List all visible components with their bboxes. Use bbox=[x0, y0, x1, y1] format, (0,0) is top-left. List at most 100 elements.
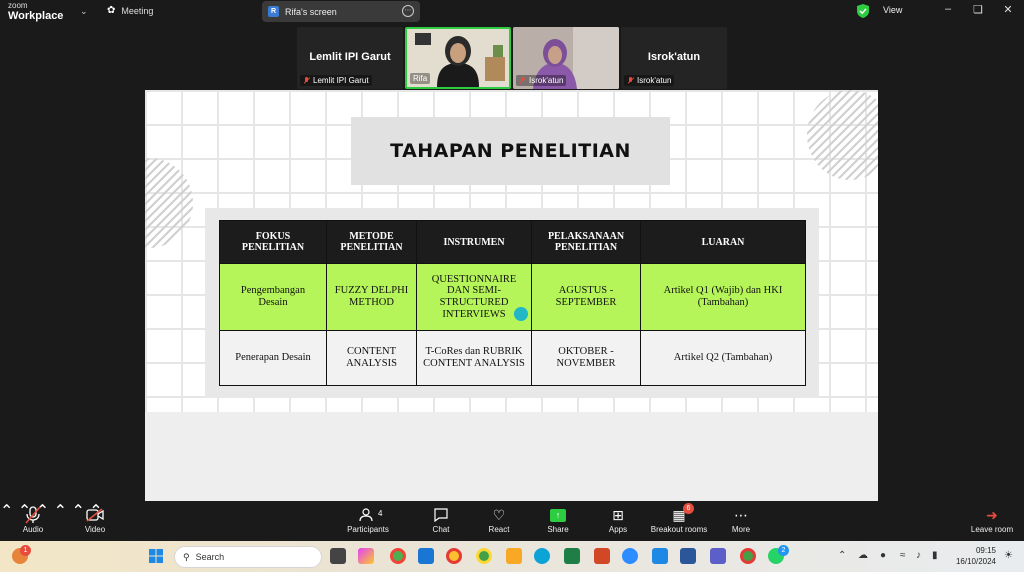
cloud-icon[interactable]: ☁ bbox=[858, 550, 868, 561]
volume-icon[interactable]: ♪ bbox=[916, 550, 921, 561]
restore-icon[interactable]: ❏ bbox=[970, 3, 986, 16]
close-icon[interactable]: ✕ bbox=[1000, 3, 1016, 16]
participant-tile-active[interactable]: Rifa bbox=[405, 27, 511, 89]
chrome-icon[interactable] bbox=[446, 548, 462, 564]
participant-display-name: Lemlit IPI Garut bbox=[309, 51, 391, 63]
breakout-rooms-badge: 6 bbox=[683, 503, 694, 514]
table-cell: Pengembangan Desain bbox=[219, 263, 327, 331]
react-label: React bbox=[488, 525, 510, 534]
participant-tile[interactable]: Lemlit IPI Garut Lemlit IPI Garut bbox=[297, 27, 403, 89]
zoom-logo[interactable]: zoom Workplace bbox=[8, 2, 63, 22]
research-stages-table: FOKUS PENELITIAN METODE PENELITIAN INSTR… bbox=[219, 220, 806, 386]
view-button[interactable]: View bbox=[883, 5, 902, 15]
participant-tile[interactable]: Isrok'atun bbox=[513, 27, 619, 89]
chat-icon bbox=[426, 505, 456, 525]
audio-button[interactable]: Audio bbox=[14, 505, 52, 534]
participants-button[interactable]: Participants bbox=[342, 505, 394, 534]
mic-muted-icon bbox=[627, 76, 634, 85]
clock-date: 16/10/2024 bbox=[955, 557, 996, 566]
participant-name: Rifa bbox=[413, 74, 428, 83]
table-cell: QUESTIONNAIRE DAN SEMI-STRUCTURED INTERV… bbox=[416, 263, 532, 331]
mic-icon[interactable]: ● bbox=[880, 550, 886, 561]
apps-button[interactable]: ⊞ Apps bbox=[604, 505, 632, 535]
shared-slide: TAHAPAN PENELITIAN FOKUS PENELITIAN METO… bbox=[145, 90, 878, 501]
video-label: Video bbox=[84, 525, 106, 534]
video-button[interactable]: Video bbox=[76, 505, 114, 534]
top-bar: zoom Workplace ⌄ ✿ Meeting R Rifa's scre… bbox=[0, 0, 1024, 24]
mic-muted-icon bbox=[303, 76, 310, 85]
mail-icon[interactable] bbox=[652, 548, 668, 564]
battery-icon[interactable]: ▮ bbox=[932, 550, 938, 561]
teams-icon[interactable] bbox=[710, 548, 726, 564]
zoom-icon[interactable] bbox=[622, 548, 638, 564]
app-icon[interactable] bbox=[418, 548, 434, 564]
minimize-icon[interactable]: – bbox=[940, 3, 956, 15]
react-options-chevron-icon[interactable]: ⌃ bbox=[54, 503, 67, 520]
audio-options-chevron-icon[interactable]: ⌃ bbox=[0, 503, 13, 520]
table-header-row: FOKUS PENELITIAN METODE PENELITIAN INSTR… bbox=[219, 220, 806, 264]
shield-icon[interactable] bbox=[857, 4, 869, 18]
table-row: Pengembangan Desain FUZZY DELPHI METHOD … bbox=[219, 263, 806, 331]
chevron-up-icon[interactable]: ⌃ bbox=[838, 550, 846, 561]
word-icon[interactable] bbox=[680, 548, 696, 564]
participants-label: Participants bbox=[347, 525, 389, 534]
edge-icon[interactable] bbox=[534, 548, 550, 564]
screen-share-pill[interactable]: R Rifa's screen ⋯ bbox=[262, 1, 420, 22]
leave-room-button[interactable]: ➜ Leave room bbox=[966, 505, 1018, 535]
table-cell: Penerapan Desain bbox=[219, 330, 327, 386]
screen-share-label: Rifa's screen bbox=[285, 6, 337, 17]
windows-taskbar: 1 ⚲ Search 2 ⌃ ☁ ● ≈ ♪ ▮ 09:15 16/10/202… bbox=[0, 541, 1024, 572]
table-cell: Artikel Q2 (Tambahan) bbox=[640, 330, 806, 386]
video-off-icon bbox=[76, 505, 114, 525]
heart-icon: ♡ bbox=[492, 506, 506, 523]
share-button[interactable]: ↑ Share bbox=[542, 505, 574, 534]
table-cell: FUZZY DELPHI METHOD bbox=[326, 263, 417, 331]
zoom-window: zoom Workplace ⌄ ✿ Meeting R Rifa's scre… bbox=[0, 0, 1024, 572]
more-label: More bbox=[731, 525, 751, 534]
breakout-rooms-button[interactable]: ▦ Breakout rooms bbox=[648, 505, 710, 535]
excel-icon[interactable] bbox=[564, 548, 580, 564]
apps-icon: ⊞ bbox=[612, 506, 624, 523]
search-icon: ⚲ bbox=[183, 551, 190, 562]
react-button[interactable]: ♡ React bbox=[484, 505, 514, 535]
widget-badge: 1 bbox=[20, 545, 31, 556]
participant-strip: Lemlit IPI Garut Lemlit IPI Garut Rifa I… bbox=[297, 27, 727, 89]
wifi-icon[interactable]: ≈ bbox=[900, 550, 906, 561]
table-header-cell: PELAKSANAAN PENELITIAN bbox=[531, 220, 641, 264]
logo-line1: zoom bbox=[8, 1, 28, 10]
participant-caption: Lemlit IPI Garut bbox=[300, 75, 372, 86]
taskbar-search[interactable]: ⚲ Search bbox=[174, 546, 322, 568]
participant-tile[interactable]: Isrok'atun Isrok'atun bbox=[621, 27, 727, 89]
participant-display-name: Isrok'atun bbox=[647, 51, 701, 63]
sharer-avatar: R bbox=[268, 6, 279, 17]
notifications-icon[interactable]: ☀ bbox=[1004, 550, 1013, 561]
chrome-icon[interactable] bbox=[476, 548, 492, 564]
participant-name: Lemlit IPI Garut bbox=[313, 76, 369, 85]
search-placeholder: Search bbox=[195, 552, 225, 562]
table-cell: CONTENT ANALYSIS bbox=[326, 330, 417, 386]
table-cell: Artikel Q1 (Wajib) dan HKI (Tambahan) bbox=[640, 263, 806, 331]
participant-caption: Isrok'atun bbox=[516, 75, 567, 86]
powerpoint-icon[interactable] bbox=[594, 548, 610, 564]
participant-name: Isrok'atun bbox=[529, 76, 564, 85]
table-header-cell: FOKUS PENELITIAN bbox=[219, 220, 327, 264]
table-header-cell: LUARAN bbox=[640, 220, 806, 264]
table-container: FOKUS PENELITIAN METODE PENELITIAN INSTR… bbox=[205, 208, 819, 398]
chrome-icon[interactable] bbox=[740, 548, 756, 564]
chat-button[interactable]: Chat bbox=[426, 505, 456, 534]
copilot-icon[interactable] bbox=[358, 548, 374, 564]
more-options-icon[interactable]: ⋯ bbox=[402, 5, 414, 17]
share-label: Share bbox=[547, 525, 569, 534]
file-explorer-icon[interactable] bbox=[506, 548, 522, 564]
more-icon: ⋯ bbox=[734, 506, 748, 523]
task-view-icon[interactable] bbox=[330, 548, 346, 564]
system-clock[interactable]: 09:15 16/10/2024 bbox=[950, 545, 996, 567]
chevron-down-icon[interactable]: ⌄ bbox=[80, 6, 88, 17]
chrome-icon[interactable] bbox=[390, 548, 406, 564]
table-cell: OKTOBER - NOVEMBER bbox=[531, 330, 641, 386]
windows-start-icon[interactable] bbox=[148, 548, 164, 564]
meeting-info-button[interactable]: ✿ Meeting bbox=[107, 5, 153, 16]
more-button[interactable]: ⋯ More bbox=[726, 505, 756, 535]
slide-title: TAHAPAN PENELITIAN bbox=[390, 140, 631, 162]
slide-footer-area bbox=[145, 412, 878, 501]
